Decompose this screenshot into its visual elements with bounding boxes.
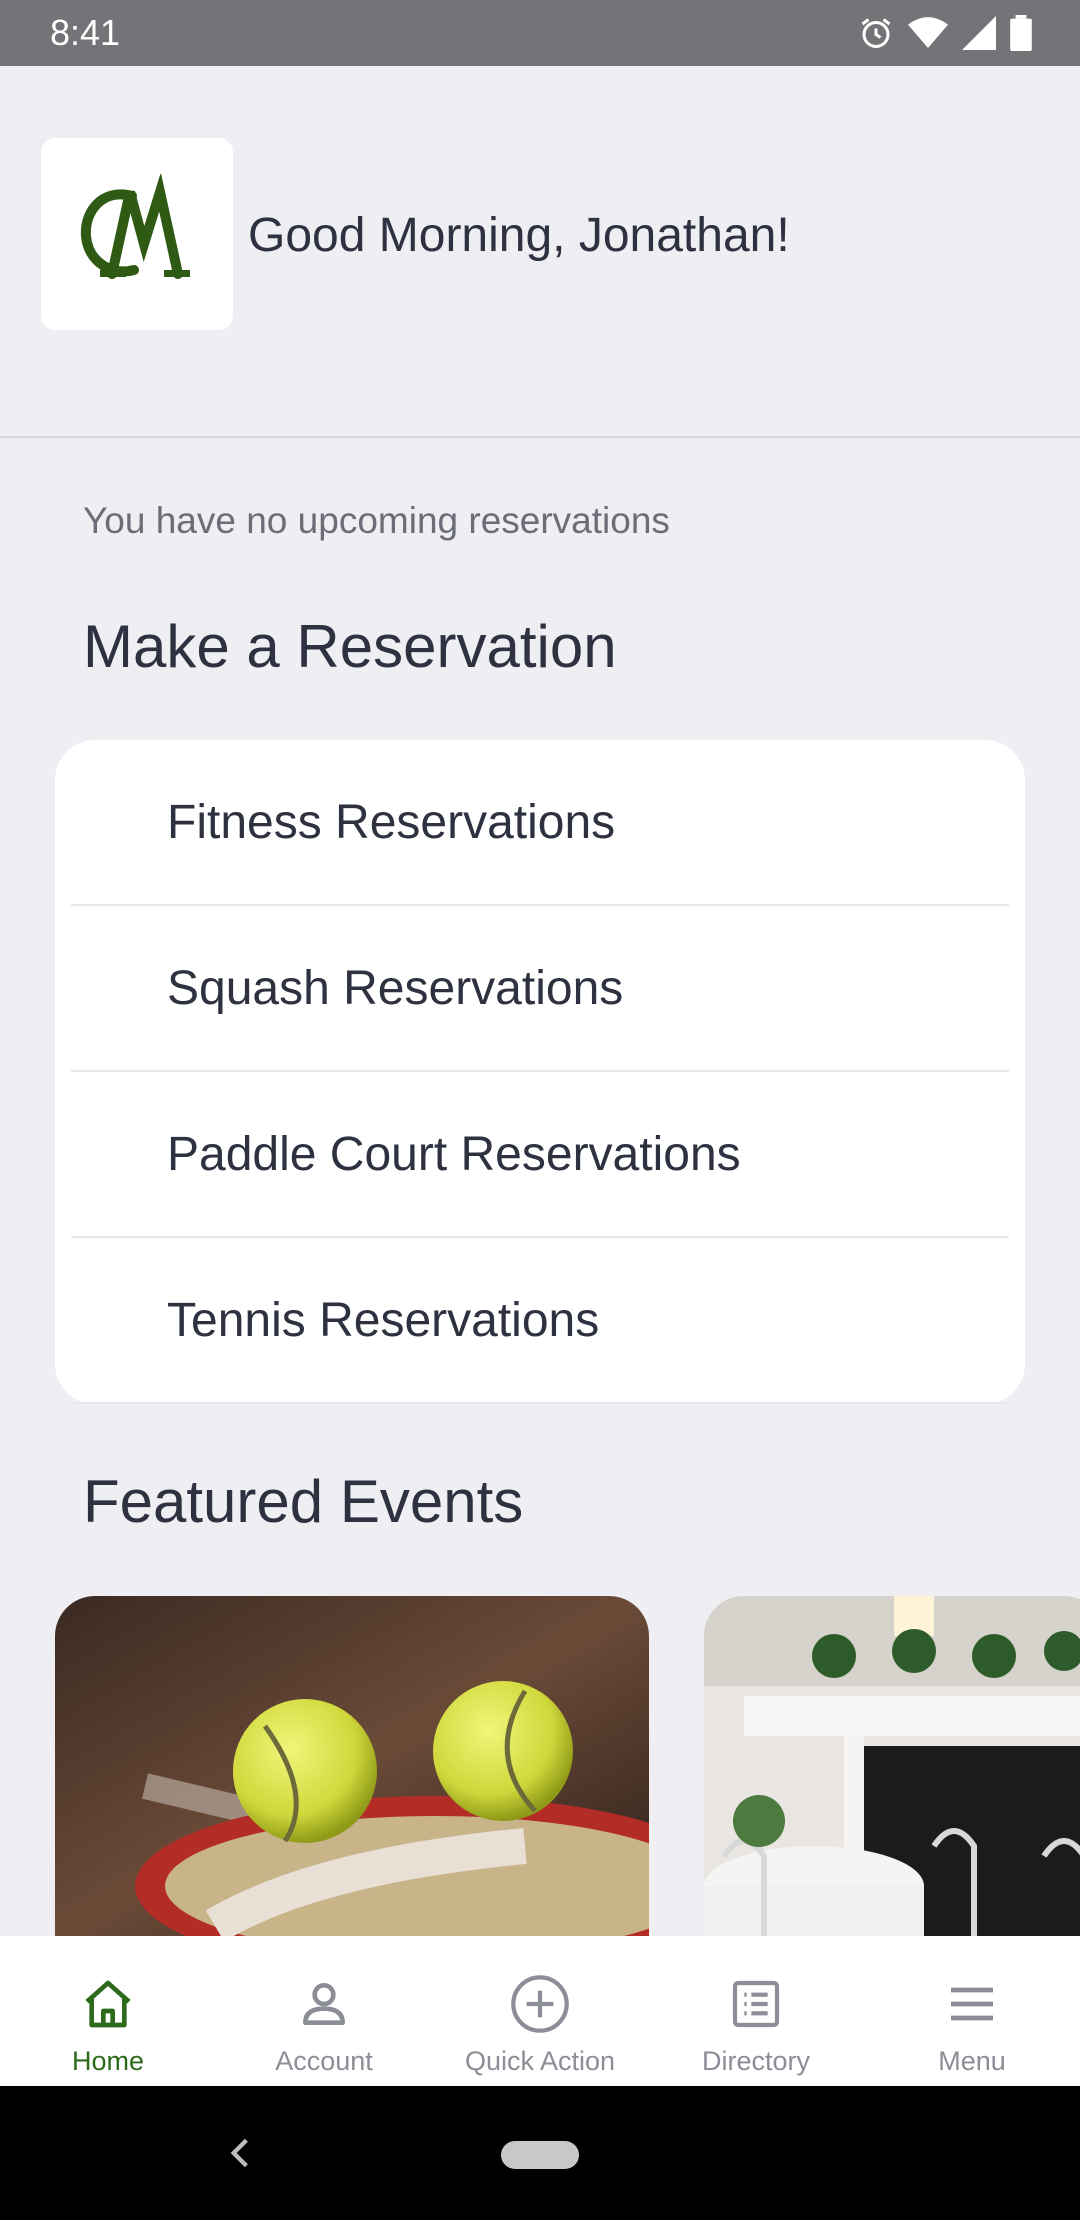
- no-reservations-message: You have no upcoming reservations: [83, 500, 670, 541]
- plus-circle-icon: [511, 1975, 569, 2033]
- nav-home[interactable]: Home: [0, 1936, 216, 2086]
- reservation-item-squash[interactable]: Squash Reservations: [71, 906, 1009, 1072]
- make-reservation-title: Make a Reservation: [83, 613, 617, 680]
- nav-menu-label: Menu: [938, 2046, 1006, 2076]
- featured-events-title: Featured Events: [83, 1468, 524, 1535]
- nav-account[interactable]: Account: [216, 1936, 432, 2086]
- hamburger-icon: [951, 1987, 993, 2021]
- wifi-icon: [908, 17, 948, 48]
- status-icons: [858, 15, 1032, 51]
- club-logo-monogram: [80, 174, 190, 279]
- featured-event-card-tennis[interactable]: [55, 1596, 649, 1936]
- home-icon: [85, 1980, 131, 2028]
- nav-quick-action[interactable]: Quick Action: [432, 1936, 648, 2086]
- list-icon: [732, 1980, 780, 2028]
- nav-directory-label: Directory: [701, 2046, 810, 2076]
- reservation-item-paddle-court[interactable]: Paddle Court Reservations: [71, 1072, 1009, 1238]
- nav-account-label: Account: [275, 2046, 373, 2076]
- nav-home-label: Home: [71, 2046, 145, 2076]
- status-time: 8:41: [50, 12, 121, 53]
- cellular-icon: [962, 16, 996, 50]
- reservation-list: Fitness Reservations Squash Reservations…: [55, 740, 1025, 1404]
- status-bar: 8:41: [0, 0, 1080, 66]
- person-icon: [303, 1983, 345, 2025]
- dining-event-image: [704, 1596, 1080, 1936]
- nav-quick-action-label: Quick Action: [464, 2046, 616, 2076]
- alarm-icon: [861, 18, 891, 48]
- battery-icon: [1010, 15, 1032, 51]
- bottom-navigation: Home Account Quick Action Directory Menu: [0, 1936, 1080, 2086]
- nav-directory[interactable]: Directory: [648, 1936, 864, 2086]
- club-logo: [41, 138, 233, 330]
- tennis-event-image: [55, 1596, 649, 1936]
- featured-event-card-dining[interactable]: [704, 1596, 1080, 1936]
- reservation-item-fitness[interactable]: Fitness Reservations: [71, 740, 1009, 906]
- greeting-text: Good Morning, Jonathan!: [248, 209, 790, 262]
- back-icon[interactable]: [225, 2136, 255, 2170]
- reservation-item-tennis[interactable]: Tennis Reservations: [71, 1238, 1009, 1404]
- nav-menu[interactable]: Menu: [864, 1936, 1080, 2086]
- home-gesture-pill[interactable]: [501, 2141, 579, 2169]
